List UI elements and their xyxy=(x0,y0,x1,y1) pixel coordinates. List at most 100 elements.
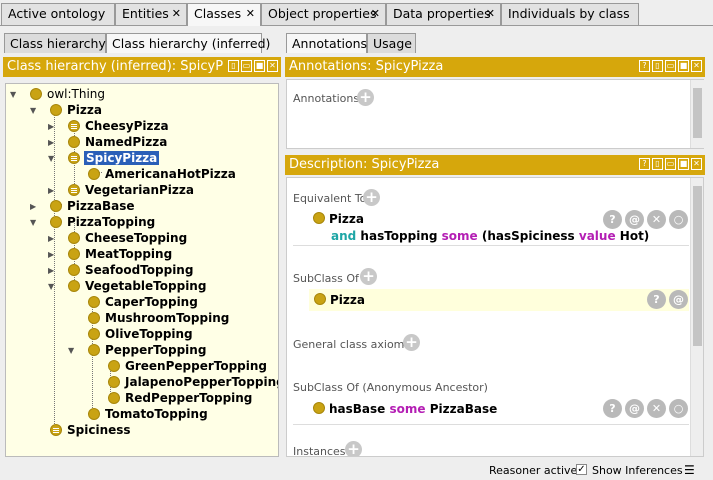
subtab-class-hierarchy-inferred[interactable]: Class hierarchy (inferred) xyxy=(106,33,270,53)
split-vertical-icon[interactable]: ▯ xyxy=(228,60,239,72)
explain-icon[interactable]: ? xyxy=(603,399,622,418)
tab-active-ontology[interactable]: Active ontology xyxy=(1,3,115,25)
edit-icon[interactable]: ○ xyxy=(669,399,688,418)
split-horizontal-icon[interactable]: ▭ xyxy=(241,60,252,72)
defined-class-icon xyxy=(68,152,80,164)
tree-node-tomatotopping[interactable]: TomatoTopping xyxy=(68,406,208,422)
help-icon[interactable]: ? xyxy=(639,158,650,170)
annotate-icon[interactable]: @ xyxy=(625,399,644,418)
tab-object-properties[interactable]: Object properties ✕ xyxy=(261,3,386,25)
tree-node-vegetarianpizza[interactable]: ▶ VegetarianPizza xyxy=(48,182,198,198)
collapse-icon[interactable]: ▼ xyxy=(10,90,16,99)
description-scrollbar[interactable] xyxy=(690,178,703,456)
tree-node-redpeppertopping[interactable]: RedPepperTopping xyxy=(88,390,268,406)
add-general-axiom-button[interactable]: + xyxy=(403,334,420,351)
edit-icon[interactable]: ○ xyxy=(669,210,688,229)
tab-data-properties[interactable]: Data properties ✕ xyxy=(386,3,501,25)
expand-icon[interactable]: ▶ xyxy=(48,266,54,275)
close-icon[interactable]: ✕ xyxy=(371,7,380,20)
tree-node-label: MushroomTopping xyxy=(105,311,230,325)
panel-title: Class hierarchy (inferred): SpicyP xyxy=(7,59,224,74)
collapse-icon[interactable]: ▼ xyxy=(48,154,54,163)
show-inferences-checkbox[interactable]: ✓ xyxy=(576,464,587,475)
tree-node-label: PizzaTopping xyxy=(67,215,156,229)
subtab-class-hierarchy[interactable]: Class hierarchy xyxy=(4,33,106,53)
expand-icon[interactable]: ▶ xyxy=(48,186,54,195)
subtab-annotations[interactable]: Annotations xyxy=(286,33,367,53)
close-icon[interactable]: ✕ xyxy=(486,7,495,20)
expand-icon[interactable]: ▶ xyxy=(48,250,54,259)
tree-node-pizza[interactable]: ▼ Pizza xyxy=(30,102,110,118)
tree-node-seafoodtopping[interactable]: ▶ SeafoodTopping xyxy=(48,262,193,278)
tree-node-mushroomtopping[interactable]: MushroomTopping xyxy=(68,310,230,326)
maximize-icon[interactable]: ■ xyxy=(678,158,689,170)
subtab-usage[interactable]: Usage xyxy=(367,33,416,53)
tree-node-label: CheeseTopping xyxy=(85,231,188,245)
expand-icon[interactable]: ▶ xyxy=(48,138,54,147)
general-axioms-label: General class axioms xyxy=(293,338,411,351)
add-equivalent-button[interactable]: + xyxy=(363,189,380,206)
tree-node-vegetabletopping[interactable]: ▼ VegetableTopping xyxy=(48,278,206,294)
split-horizontal-icon[interactable]: ▭ xyxy=(665,60,676,72)
tree-node-pizzatopping[interactable]: ▼ PizzaTopping xyxy=(30,214,155,230)
tree-node-capertopping[interactable]: CaperTopping xyxy=(68,294,208,310)
tree-node-cheesypizza[interactable]: ▶ CheesyPizza xyxy=(48,118,169,134)
collapse-icon[interactable]: ▼ xyxy=(30,218,36,227)
tree-node-meattopping[interactable]: ▶ MeatTopping xyxy=(48,246,178,262)
tree-node-spicypizza[interactable]: ▼ SpicyPizza xyxy=(48,150,168,166)
split-horizontal-icon[interactable]: ▭ xyxy=(665,158,676,170)
add-subclass-button[interactable]: + xyxy=(360,268,377,285)
class-icon xyxy=(50,200,62,212)
tree-node-namedpizza[interactable]: ▶ NamedPizza xyxy=(48,134,168,150)
tree-node-olivetopping[interactable]: OliveTopping xyxy=(68,326,208,342)
maximize-icon[interactable]: ■ xyxy=(678,60,689,72)
collapse-icon[interactable]: ▼ xyxy=(30,106,36,115)
expand-icon[interactable]: ▶ xyxy=(48,234,54,243)
expression-part: (hasSpiciness xyxy=(481,229,575,243)
close-icon[interactable]: ✕ xyxy=(691,158,702,170)
close-icon[interactable]: ✕ xyxy=(691,60,702,72)
show-inferences-label: Show Inferences xyxy=(592,464,683,477)
tab-individuals-by-class[interactable]: Individuals by class xyxy=(501,3,639,25)
delete-icon[interactable]: ✕ xyxy=(647,210,666,229)
add-instance-button[interactable]: + xyxy=(345,441,362,456)
scrollbar-thumb[interactable] xyxy=(693,88,702,138)
split-vertical-icon[interactable]: ▯ xyxy=(652,158,663,170)
help-icon[interactable]: ? xyxy=(639,60,650,72)
tree-node-jalapenopeppertopping[interactable]: JalapenoPepperTopping xyxy=(88,374,278,390)
tree-node-spiciness[interactable]: Spiciness xyxy=(30,422,140,438)
close-icon[interactable]: ✕ xyxy=(246,7,255,20)
maximize-icon[interactable]: ■ xyxy=(254,60,265,72)
expand-icon[interactable]: ▶ xyxy=(30,202,36,211)
class-icon xyxy=(68,232,80,244)
tree-node-cheesetopping[interactable]: ▶ CheeseTopping xyxy=(48,230,188,246)
annotate-icon[interactable]: @ xyxy=(669,290,688,309)
expand-icon[interactable]: ▶ xyxy=(48,122,54,131)
tab-classes[interactable]: Classes ✕ xyxy=(187,3,261,26)
tree-node-owl-thing[interactable]: ▼ owl:Thing xyxy=(10,86,130,102)
annotations-scrollbar[interactable] xyxy=(690,80,704,148)
tree-node-greenpeppertopping[interactable]: GreenPepperTopping xyxy=(88,358,268,374)
scrollbar-thumb[interactable] xyxy=(693,186,702,346)
equivalent-class-name: Pizza xyxy=(329,212,364,226)
delete-icon[interactable]: ✕ xyxy=(647,399,666,418)
split-vertical-icon[interactable]: ▯ xyxy=(652,60,663,72)
subclass-row[interactable]: Pizza ? @ xyxy=(309,289,689,311)
explain-icon[interactable]: ? xyxy=(603,210,622,229)
explain-icon[interactable]: ? xyxy=(647,290,666,309)
close-icon[interactable]: ✕ xyxy=(267,60,278,72)
close-icon[interactable]: ✕ xyxy=(172,7,181,20)
class-icon xyxy=(88,328,100,340)
tab-label: Active ontology xyxy=(8,6,106,21)
tree-node-americanahotpizza[interactable]: AmericanaHotPizza xyxy=(68,166,236,182)
tree-node-pizzabase[interactable]: ▶ PizzaBase xyxy=(30,198,140,214)
tree-node-label: MeatTopping xyxy=(85,247,173,261)
tab-entities[interactable]: Entities ✕ xyxy=(115,3,187,25)
add-annotation-button[interactable]: + xyxy=(357,89,374,106)
collapse-icon[interactable]: ▼ xyxy=(68,346,74,355)
collapse-icon[interactable]: ▼ xyxy=(48,282,54,291)
tree-node-peppertopping[interactable]: ▼ PepperTopping xyxy=(68,342,218,358)
panel-title: Description: SpicyPizza xyxy=(289,157,440,172)
annotate-icon[interactable]: @ xyxy=(625,210,644,229)
log-icon[interactable]: ☰ xyxy=(684,463,695,477)
